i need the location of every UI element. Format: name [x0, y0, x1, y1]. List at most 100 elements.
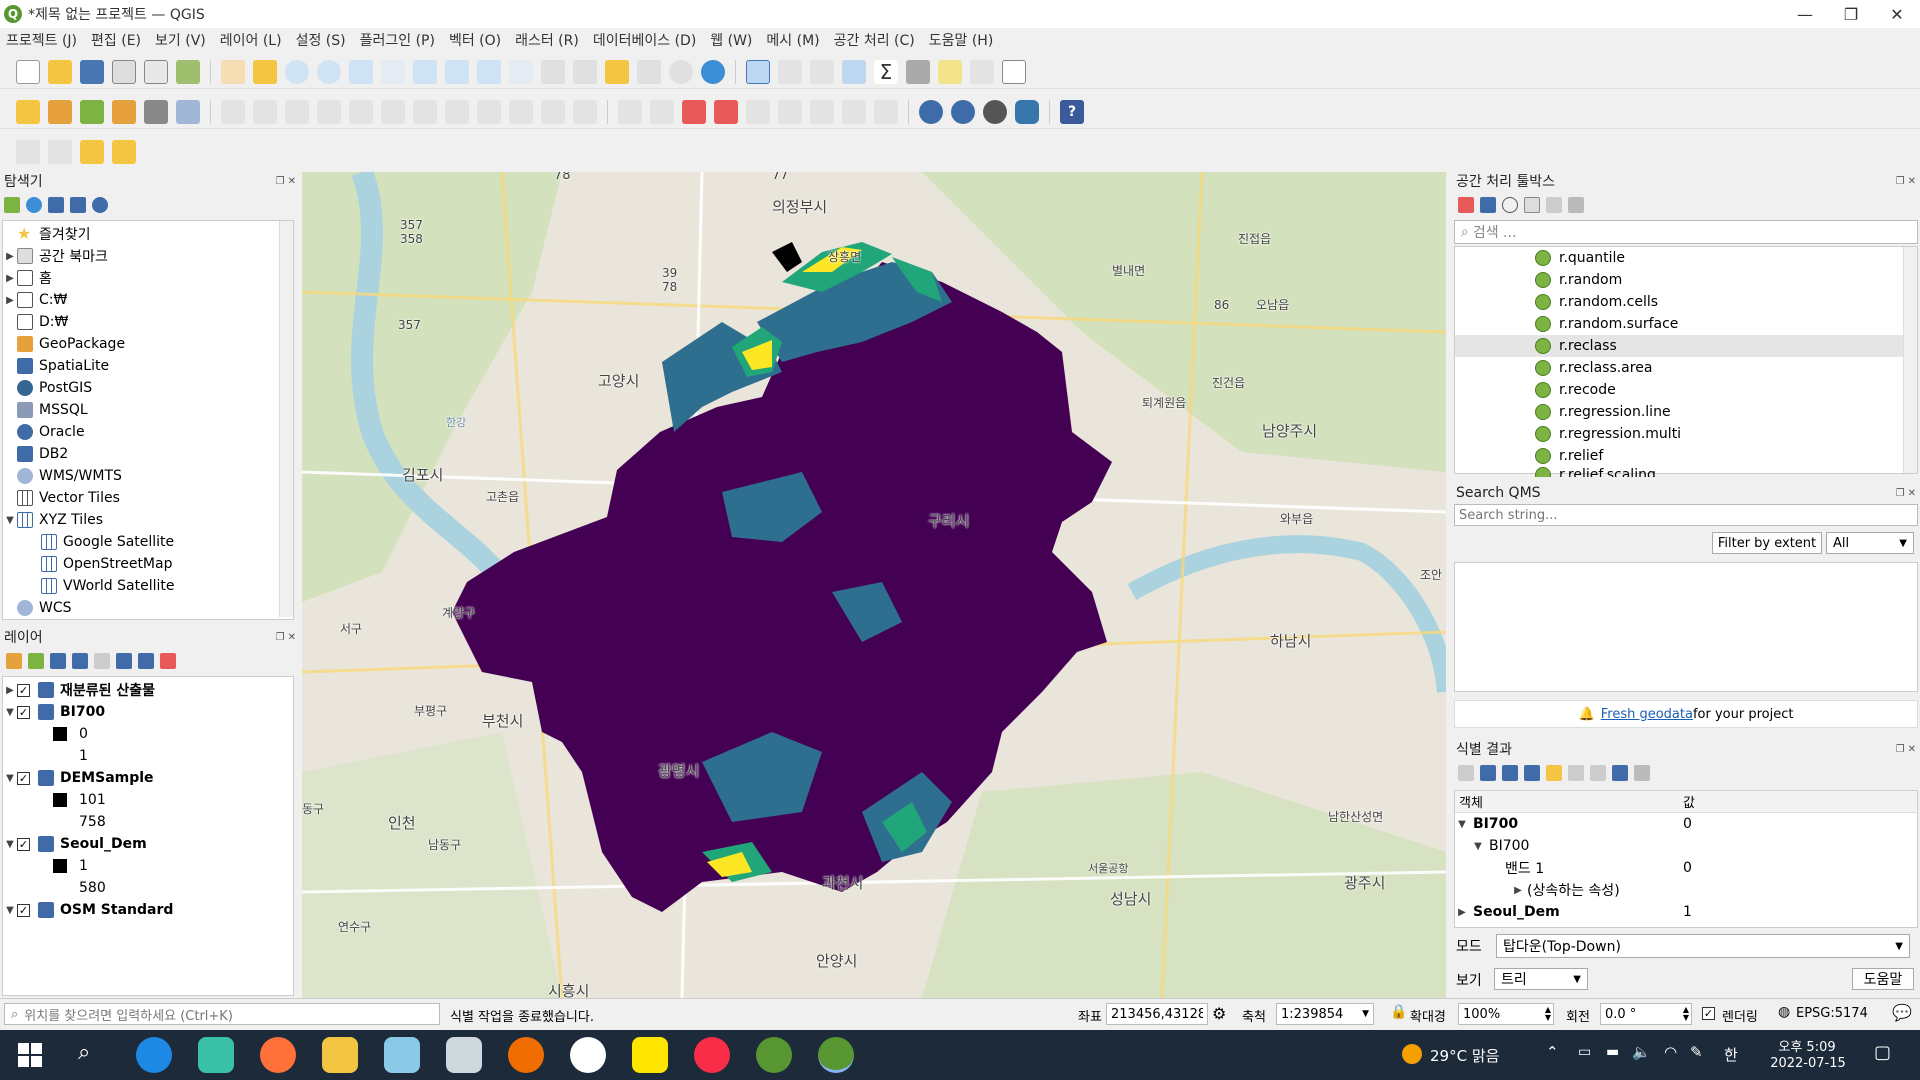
browser-item-spatialite[interactable]: SpatiaLite: [3, 355, 293, 377]
label-move-icon[interactable]: [746, 99, 770, 124]
collapse-all-icon[interactable]: [138, 653, 154, 669]
qgis-taskbar-icon[interactable]: [756, 1037, 792, 1073]
browser-item-vworld-satellite[interactable]: VWorld Satellite: [3, 575, 293, 597]
new-map-view-icon[interactable]: [541, 59, 565, 84]
clock-date[interactable]: 2022-07-15: [1766, 1056, 1850, 1071]
crs-button[interactable]: EPSG:5174: [1796, 1006, 1868, 1021]
algorithm-item[interactable]: r.relief: [1455, 445, 1917, 467]
locator-input[interactable]: ⌕ 위치를 찾으려면 입력하세요 (Ctrl+K): [4, 1003, 440, 1025]
layer-row-osm-standard[interactable]: ▼ ✓ OSM Standard: [3, 899, 293, 921]
delete-selected-icon[interactable]: [413, 99, 437, 124]
measure-icon[interactable]: [906, 59, 930, 84]
filter-icon[interactable]: [48, 197, 64, 213]
toolbox-scrollbar[interactable]: [1903, 247, 1917, 473]
layer-visibility-checkbox[interactable]: ✓: [17, 705, 30, 719]
identify-row[interactable]: 밴드 10: [1455, 857, 1917, 879]
algorithm-item[interactable]: r.regression.multi: [1455, 423, 1917, 445]
cut-features-icon[interactable]: [445, 99, 469, 124]
models-icon[interactable]: [1458, 197, 1474, 213]
layer-row-demsample[interactable]: ▼ ✓ DEMSample: [3, 767, 293, 789]
search-icon[interactable]: ⌕: [78, 1040, 90, 1065]
history-icon[interactable]: [1502, 197, 1518, 213]
volume-icon[interactable]: 🔈: [1632, 1043, 1651, 1061]
binoculars-icon[interactable]: [983, 99, 1007, 124]
algorithm-item[interactable]: r.regression.line: [1455, 401, 1917, 423]
menu-project[interactable]: 프로젝트 (J): [6, 30, 77, 50]
help-icon[interactable]: ?: [1060, 99, 1084, 124]
close-button[interactable]: ✕: [1874, 0, 1920, 28]
label-pin-icon[interactable]: [650, 99, 674, 124]
panel-close-icon[interactable]: ✕: [1908, 176, 1916, 187]
browser-item-spatial-bookmarks[interactable]: ▶ 공간 북마크: [3, 245, 293, 267]
panel-float-icon[interactable]: ❐: [276, 632, 285, 643]
select-by-value-icon[interactable]: [48, 140, 72, 164]
qms-search-icon[interactable]: [951, 99, 975, 124]
algorithm-item[interactable]: r.random.surface: [1455, 313, 1917, 335]
panel-close-icon[interactable]: ✕: [288, 632, 296, 643]
add-selected-icon[interactable]: [4, 197, 20, 213]
browser-item-wcs[interactable]: WCS: [3, 597, 293, 619]
menu-mesh[interactable]: 메시 (M): [766, 30, 819, 50]
messages-icon[interactable]: 💬: [1892, 1003, 1912, 1022]
qms-filter-select[interactable]: All ▼: [1826, 532, 1914, 554]
filter-by-extent-button[interactable]: Filter by extent: [1712, 532, 1822, 554]
edge-browser-icon[interactable]: [136, 1037, 172, 1073]
menu-vector[interactable]: 벡터 (O): [449, 30, 501, 50]
minimize-button[interactable]: —: [1782, 0, 1828, 28]
file-explorer-icon[interactable]: [322, 1037, 358, 1073]
statistical-summary-icon[interactable]: Σ: [874, 59, 898, 84]
identify-help-button[interactable]: 도움말: [1852, 968, 1914, 990]
browser-item-mssql[interactable]: MSSQL: [3, 399, 293, 421]
toggle-editing-icon[interactable]: [221, 99, 245, 124]
select-location-icon[interactable]: [112, 140, 136, 164]
open-attribute-table-icon[interactable]: [778, 59, 802, 84]
remove-layer-icon[interactable]: [160, 653, 176, 669]
label-rotate-icon[interactable]: [778, 99, 802, 124]
identify-row[interactable]: ▶ Seoul_Dem 1: [1455, 901, 1917, 923]
identify-row[interactable]: ▼ BI700 0: [1455, 813, 1917, 835]
notes-app-icon[interactable]: [384, 1037, 420, 1073]
weather-text[interactable]: 29°C 맑음: [1430, 1045, 1499, 1066]
label-show-hide-icon[interactable]: [842, 99, 866, 124]
menu-layer[interactable]: 레이어 (L): [220, 30, 282, 50]
map-canvas[interactable]: 77 78 357 358 39 78 357 86 의정부시 고양시 남양주시…: [302, 172, 1446, 998]
panel-close-icon[interactable]: ✕: [1908, 488, 1916, 499]
browser-item-db2[interactable]: DB2: [3, 443, 293, 465]
algorithm-item[interactable]: r.random: [1455, 269, 1917, 291]
identify-row[interactable]: ▶ (상속하는 속성): [1455, 879, 1917, 901]
browser-item-openstreetmap[interactable]: OpenStreetMap: [3, 553, 293, 575]
zoom-layer-icon[interactable]: [413, 59, 437, 84]
map-tips-icon[interactable]: [938, 59, 962, 84]
menu-edit[interactable]: 편집 (E): [91, 30, 141, 50]
zoom-in-icon[interactable]: [285, 59, 309, 84]
refresh-icon[interactable]: [26, 197, 42, 213]
browser-item-oracle[interactable]: Oracle: [3, 421, 293, 443]
mouse-icon[interactable]: ⚙: [1212, 1004, 1226, 1023]
processing-toolbox-icon[interactable]: [842, 59, 866, 84]
algorithm-item-selected[interactable]: r.reclass: [1455, 335, 1917, 357]
browser-item-favorites[interactable]: ★ 즐겨찾기: [3, 223, 293, 245]
zoom-selection-icon[interactable]: [381, 59, 405, 84]
tray-chevron-up-icon[interactable]: ⌃: [1546, 1043, 1559, 1061]
algorithm-item[interactable]: r.recode: [1455, 379, 1917, 401]
panel-close-icon[interactable]: ✕: [288, 176, 296, 187]
menu-database[interactable]: 데이터베이스 (D): [593, 30, 696, 50]
new-geopackage-layer-icon[interactable]: [48, 99, 72, 124]
temporal-controller-icon[interactable]: [669, 59, 693, 84]
zoom-last-icon[interactable]: [477, 59, 501, 84]
panel-float-icon[interactable]: ❐: [1896, 744, 1905, 755]
algorithm-item[interactable]: r.relief.scaling: [1455, 467, 1917, 477]
layer-visibility-checkbox[interactable]: ✓: [17, 683, 30, 697]
browser-item-wms-wmts[interactable]: WMS/WMTS: [3, 465, 293, 487]
clear-results-icon[interactable]: [1546, 765, 1562, 781]
refresh-icon[interactable]: [701, 59, 725, 84]
browser-item-c-drive[interactable]: ▶ C:₩: [3, 289, 293, 311]
paste-features-icon[interactable]: [509, 99, 533, 124]
layer-row-reclassified[interactable]: ▶ ✓ 재분류된 산출물: [3, 679, 293, 701]
modify-attributes-icon[interactable]: [381, 99, 405, 124]
filter-legend-icon[interactable]: [72, 653, 88, 669]
battery-icon[interactable]: ▬: [1606, 1044, 1619, 1060]
panel-float-icon[interactable]: ❐: [1896, 176, 1905, 187]
menu-help[interactable]: 도움말 (H): [929, 30, 994, 50]
text-annotation-icon[interactable]: [1002, 59, 1026, 84]
